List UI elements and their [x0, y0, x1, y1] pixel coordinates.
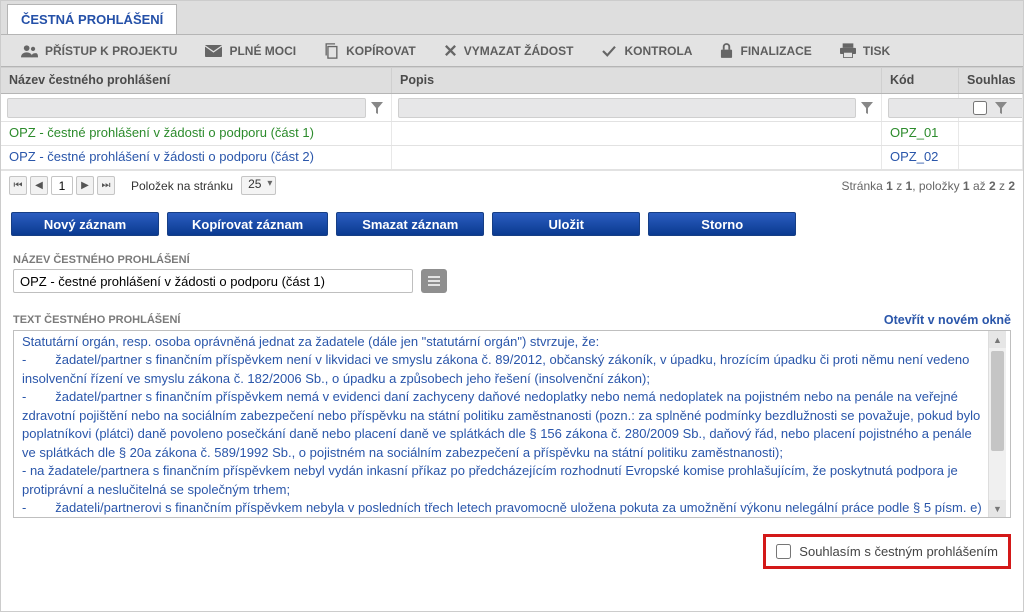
col-header-desc[interactable]: Popis	[392, 68, 882, 93]
toolbar-power-of-attorney[interactable]: PLNÉ MOCI	[191, 35, 310, 67]
new-record-button[interactable]: Nový záznam	[11, 212, 159, 236]
row-desc	[392, 122, 882, 145]
check-icon	[601, 45, 617, 57]
toolbar-check-label: KONTROLA	[624, 44, 692, 58]
toolbar-access[interactable]: PŘÍSTUP K PROJEKTU	[7, 35, 191, 67]
toolbar-access-label: PŘÍSTUP K PROJEKTU	[45, 44, 177, 58]
col-header-consent[interactable]: Souhlas	[959, 68, 1023, 93]
open-new-window-link[interactable]: Otevřít v novém okně	[884, 313, 1011, 327]
filter-funnel-desc[interactable]	[859, 99, 875, 117]
users-icon	[21, 44, 38, 58]
pager: ⏮ ◀ ▶ ⏭ Položek na stránku 25 Stránka 1 …	[1, 170, 1023, 200]
pager-size-select[interactable]: 25	[241, 176, 276, 195]
name-field-label: NÁZEV ČESTNÉHO PROHLÁŠENÍ	[13, 254, 1011, 266]
declaration-text-content[interactable]: Statutární orgán, resp. osoba oprávněná …	[22, 331, 988, 517]
grid-header: Název čestného prohlášení Popis Kód Souh…	[1, 67, 1023, 94]
pager-page-input[interactable]	[51, 176, 73, 195]
consent-box[interactable]: Souhlasím s čestným prohlášením	[763, 534, 1011, 569]
pager-prev[interactable]: ◀	[30, 176, 48, 195]
filter-funnel-consent[interactable]	[993, 99, 1009, 117]
col-header-name[interactable]: Název čestného prohlášení	[1, 68, 392, 93]
row-code: OPZ_02	[882, 146, 959, 169]
pager-size-label: Položek na stránku	[131, 179, 233, 193]
row-desc	[392, 146, 882, 169]
col-header-code[interactable]: Kód	[882, 68, 959, 93]
pager-info: Stránka 1 z 1, položky 1 až 2 z 2	[841, 179, 1015, 193]
delete-record-button[interactable]: Smazat záznam	[336, 212, 484, 236]
toolbar-delete-request[interactable]: VYMAZAT ŽÁDOST	[430, 35, 588, 67]
scroll-up-arrow[interactable]: ▲	[989, 331, 1006, 348]
action-buttons: Nový záznam Kopírovat záznam Smazat zázn…	[1, 200, 1023, 242]
row-name[interactable]: OPZ - čestné prohlášení v žádosti o podp…	[1, 146, 392, 169]
toolbar: PŘÍSTUP K PROJEKTU PLNÉ MOCI KOPÍROVAT V…	[1, 35, 1023, 67]
filter-name-input[interactable]	[7, 98, 366, 118]
lock-icon	[720, 43, 733, 58]
toolbar-finalize-label: FINALIZACE	[740, 44, 811, 58]
table-row[interactable]: OPZ - čestné prohlášení v žádosti o podp…	[1, 122, 1023, 146]
filter-desc-input[interactable]	[398, 98, 856, 118]
list-icon	[427, 275, 441, 287]
cancel-button[interactable]: Storno	[648, 212, 796, 236]
filter-consent-checkbox[interactable]	[973, 101, 987, 115]
consent-label: Souhlasím s čestným prohlášením	[799, 544, 998, 559]
row-consent	[959, 146, 1023, 169]
filter-funnel-name[interactable]	[369, 99, 385, 117]
toolbar-print-label: TISK	[863, 44, 890, 58]
tab-declarations[interactable]: ČESTNÁ PROHLÁŠENÍ	[7, 4, 177, 34]
name-picker-button[interactable]	[421, 269, 447, 293]
mail-icon	[205, 45, 222, 57]
consent-checkbox[interactable]	[776, 544, 791, 559]
print-icon	[840, 43, 856, 58]
toolbar-print[interactable]: TISK	[826, 35, 904, 67]
scroll-thumb[interactable]	[991, 351, 1004, 451]
copy-record-button[interactable]: Kopírovat záznam	[167, 212, 328, 236]
scroll-down-arrow[interactable]: ▼	[989, 500, 1006, 517]
toolbar-power-label: PLNÉ MOCI	[229, 44, 296, 58]
row-code: OPZ_01	[882, 122, 959, 145]
tab-bar: ČESTNÁ PROHLÁŠENÍ	[1, 1, 1023, 35]
toolbar-check[interactable]: KONTROLA	[587, 35, 706, 67]
declaration-text-label: TEXT ČESTNÉHO PROHLÁŠENÍ	[13, 314, 180, 326]
toolbar-copy-label: KOPÍROVAT	[346, 44, 416, 58]
x-icon	[444, 44, 457, 57]
toolbar-copy[interactable]: KOPÍROVAT	[310, 35, 430, 67]
declaration-text-box: Statutární orgán, resp. osoba oprávněná …	[13, 330, 1011, 518]
copy-icon	[324, 43, 339, 59]
row-consent	[959, 122, 1023, 145]
name-field-input[interactable]	[13, 269, 413, 293]
pager-next[interactable]: ▶	[76, 176, 94, 195]
save-button[interactable]: Uložit	[492, 212, 640, 236]
row-name[interactable]: OPZ - čestné prohlášení v žádosti o podp…	[1, 122, 392, 145]
filter-row	[1, 94, 1023, 122]
table-row[interactable]: OPZ - čestné prohlášení v žádosti o podp…	[1, 146, 1023, 170]
pager-first[interactable]: ⏮	[9, 176, 27, 195]
text-scrollbar[interactable]: ▲ ▼	[988, 331, 1006, 517]
pager-last[interactable]: ⏭	[97, 176, 115, 195]
toolbar-delete-label: VYMAZAT ŽÁDOST	[464, 44, 574, 58]
toolbar-finalize[interactable]: FINALIZACE	[706, 35, 825, 67]
